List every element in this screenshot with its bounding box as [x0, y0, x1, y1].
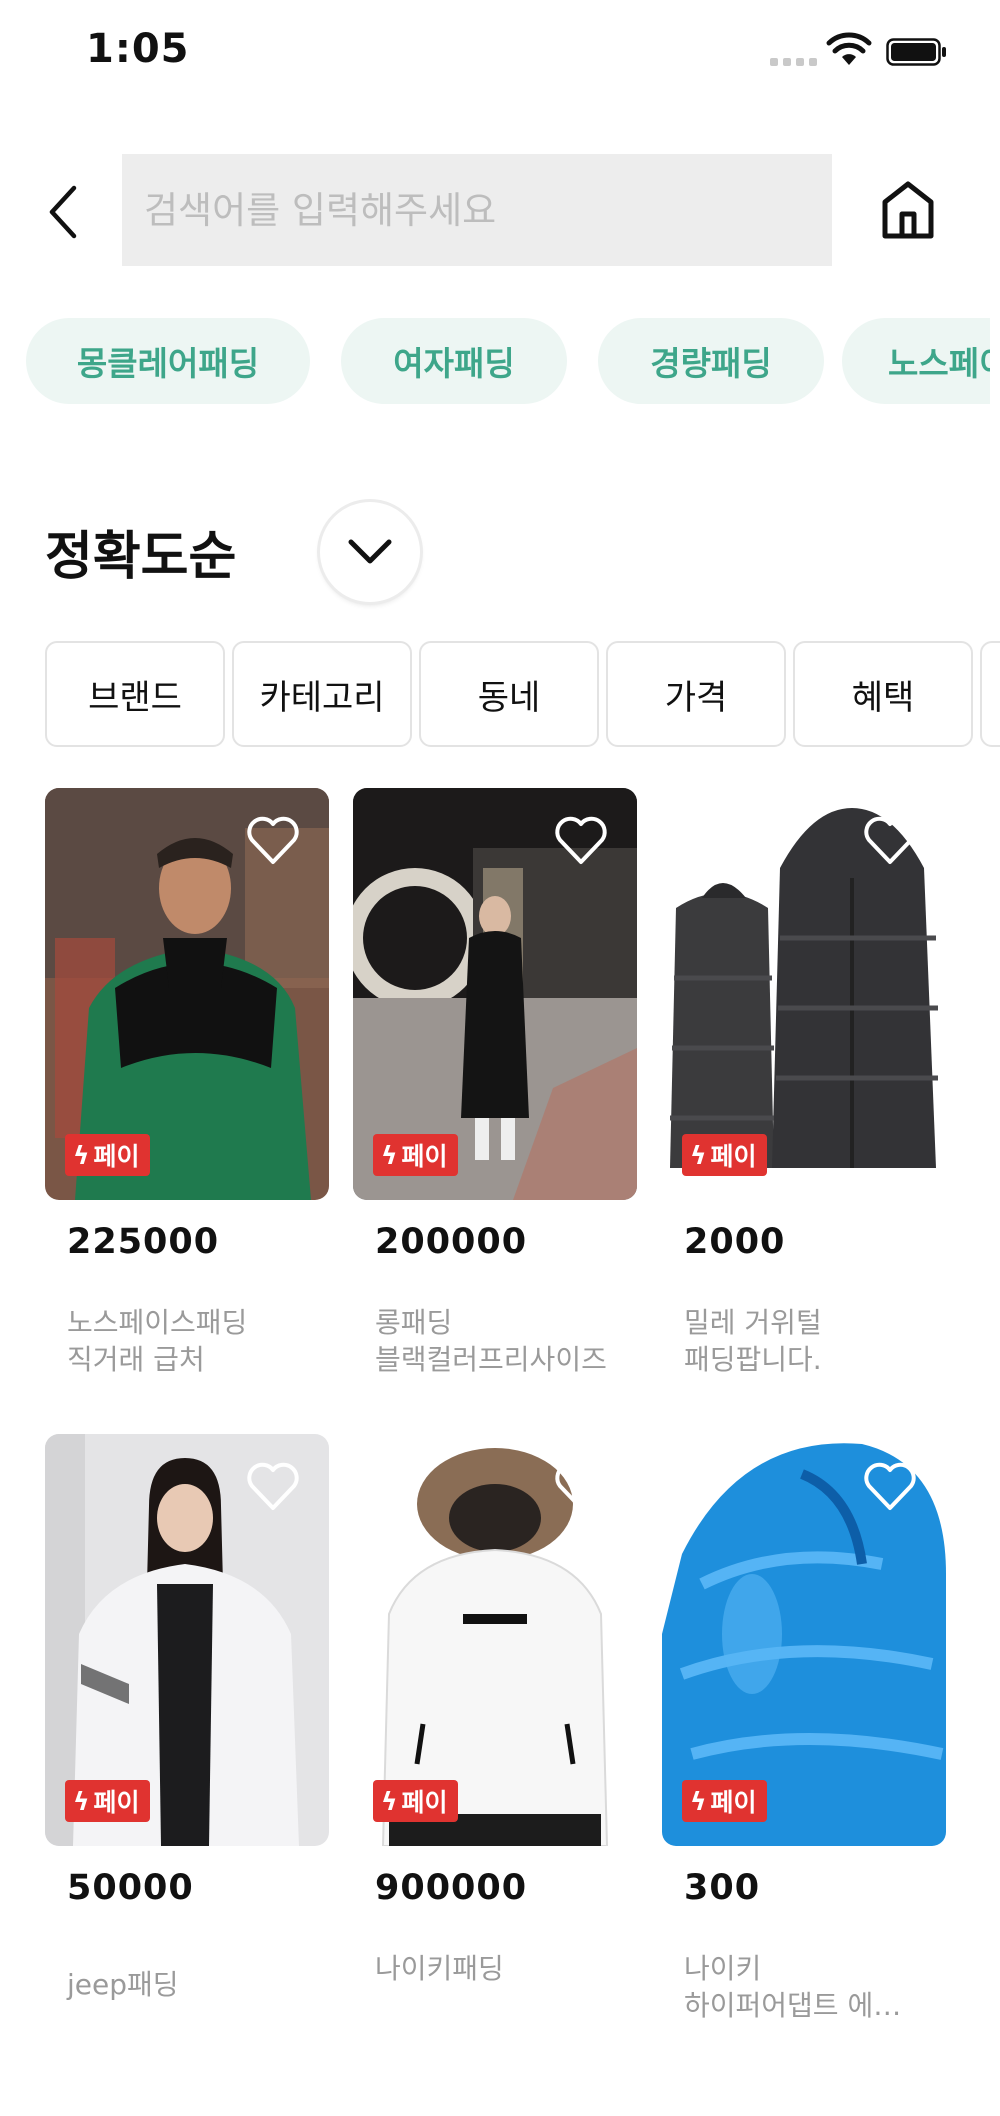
- filter-neighborhood[interactable]: 동네: [419, 641, 599, 747]
- product-title: 나이키 하이퍼어댑트 에…: [684, 1952, 902, 2022]
- status-time: 1:05: [86, 26, 190, 72]
- lightning-icon: ϟ: [381, 1140, 398, 1170]
- product-card[interactable]: ϟ 페이 2000 밀레 거위털 패딩팝니다.: [662, 788, 946, 1376]
- pay-badge: ϟ 페이: [373, 1780, 458, 1822]
- filter-condition[interactable]: 상태: [980, 641, 1000, 747]
- product-card[interactable]: ϟ 페이 225000 노스페이스패딩 직거래 급처: [45, 788, 329, 1376]
- product-title: 밀레 거위털 패딩팝니다.: [684, 1306, 822, 1376]
- filter-category[interactable]: 카테고리: [232, 641, 412, 747]
- pay-badge: ϟ 페이: [682, 1134, 767, 1176]
- product-image: ϟ 페이: [353, 1434, 637, 1846]
- lightning-icon: ϟ: [381, 1786, 398, 1816]
- heart-icon[interactable]: [245, 814, 301, 866]
- product-price: 225000: [67, 1222, 220, 1262]
- product-image: ϟ 페이: [662, 788, 946, 1200]
- sort-label: 정확도순: [45, 527, 237, 587]
- pay-badge-label: 페이: [710, 1788, 757, 1817]
- product-price: 300: [684, 1868, 761, 1908]
- chevron-down-icon: [348, 539, 392, 564]
- back-arrow-icon[interactable]: [42, 182, 86, 242]
- pay-badge-label: 페이: [93, 1142, 140, 1171]
- lightning-icon: ϟ: [690, 1786, 707, 1816]
- cellular-signal-icon: [770, 58, 817, 66]
- pay-badge-label: 페이: [710, 1142, 757, 1171]
- lightning-icon: ϟ: [73, 1140, 90, 1170]
- keyword-chip[interactable]: 몽클레어패딩: [26, 318, 310, 404]
- filter-brand[interactable]: 브랜드: [45, 641, 225, 747]
- lightning-icon: ϟ: [690, 1140, 707, 1170]
- product-price: 2000: [684, 1222, 786, 1262]
- product-price: 200000: [375, 1222, 528, 1262]
- pay-badge-label: 페이: [93, 1788, 140, 1817]
- keyword-chip[interactable]: 경량패딩: [598, 318, 824, 404]
- filter-bar: 브랜드 카테고리 동네 가격 혜택 상태: [45, 641, 1000, 747]
- lightning-icon: ϟ: [73, 1786, 90, 1816]
- product-title: jeep패딩: [67, 1968, 179, 2001]
- pay-badge: ϟ 페이: [373, 1134, 458, 1176]
- wifi-icon: [826, 32, 872, 65]
- pay-badge-label: 페이: [401, 1788, 448, 1817]
- product-price: 50000: [67, 1868, 194, 1908]
- filter-benefit[interactable]: 혜택: [793, 641, 973, 747]
- heart-icon[interactable]: [245, 1460, 301, 1512]
- product-image: ϟ 페이: [45, 1434, 329, 1846]
- product-card[interactable]: ϟ 페이 50000 jeep패딩: [45, 1434, 329, 2001]
- keyword-chip[interactable]: 노스페이스패딩: [842, 318, 990, 404]
- pay-badge-label: 페이: [401, 1142, 448, 1171]
- heart-icon[interactable]: [862, 814, 918, 866]
- product-card[interactable]: ϟ 페이 900000 나이키패딩: [353, 1434, 637, 1985]
- product-card[interactable]: ϟ 페이 200000 롱패딩 블랙컬러프리사이즈: [353, 788, 637, 1376]
- related-keywords: 몽클레어패딩 여자패딩 경량패딩 노스페이스패딩: [26, 318, 990, 404]
- battery-icon: [886, 38, 946, 66]
- pay-badge: ϟ 페이: [65, 1780, 150, 1822]
- pay-badge: ϟ 페이: [682, 1780, 767, 1822]
- heart-icon[interactable]: [862, 1460, 918, 1512]
- product-title: 나이키패딩: [375, 1952, 504, 1985]
- filter-price[interactable]: 가격: [606, 641, 786, 747]
- product-title: 노스페이스패딩 직거래 급처: [67, 1306, 248, 1376]
- product-price: 900000: [375, 1868, 528, 1908]
- product-image: ϟ 페이: [662, 1434, 946, 1846]
- product-image: ϟ 페이: [45, 788, 329, 1200]
- product-image: ϟ 페이: [353, 788, 637, 1200]
- product-title: 롱패딩 블랙컬러프리사이즈: [375, 1306, 607, 1376]
- pay-badge: ϟ 페이: [65, 1134, 150, 1176]
- heart-icon[interactable]: [553, 1460, 609, 1512]
- search-input[interactable]: [122, 154, 832, 266]
- sort-dropdown-button[interactable]: [320, 502, 420, 602]
- keyword-chip[interactable]: 여자패딩: [341, 318, 567, 404]
- product-card[interactable]: ϟ 페이 300 나이키 하이퍼어댑트 에…: [662, 1434, 946, 2022]
- home-icon[interactable]: [878, 178, 938, 242]
- heart-icon[interactable]: [553, 814, 609, 866]
